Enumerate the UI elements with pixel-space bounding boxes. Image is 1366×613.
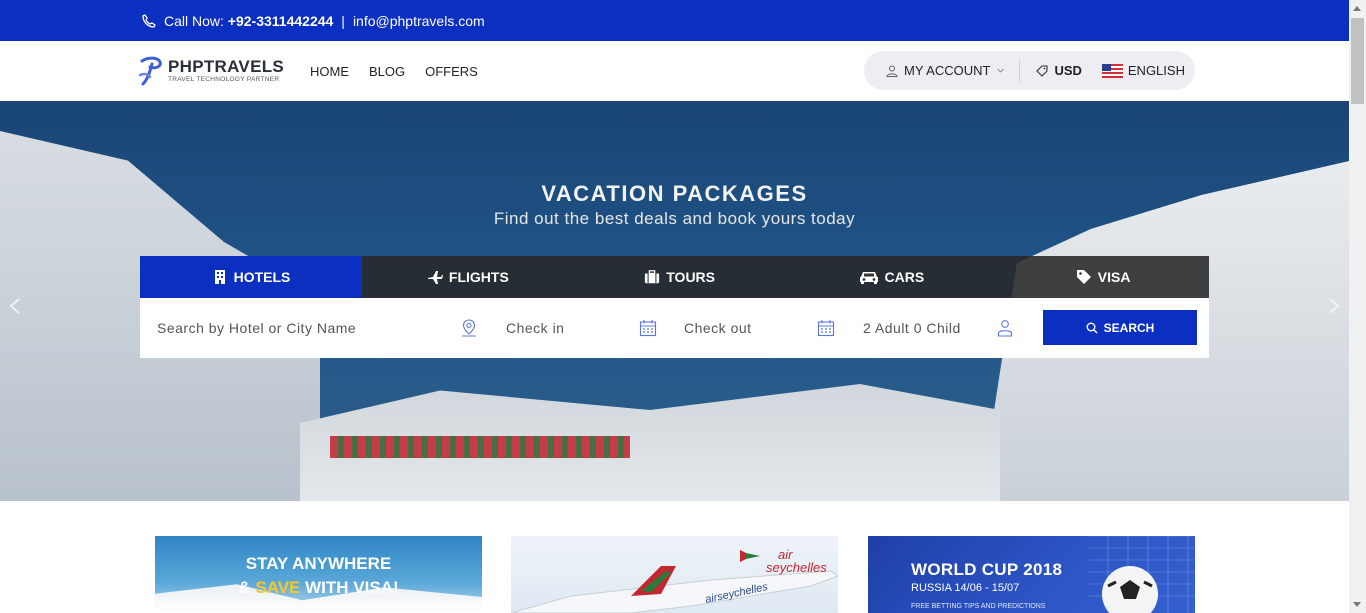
us-flag-icon <box>1101 63 1123 78</box>
scroll-thumb[interactable] <box>1351 18 1364 104</box>
hero-slider: VACATION PACKAGES Find out the best deal… <box>0 101 1349 501</box>
slider-prev-arrow[interactable] <box>8 297 22 315</box>
hero-title: VACATION PACKAGES <box>541 181 808 206</box>
nav-offers[interactable]: OFFERS <box>425 64 478 79</box>
tab-tours-label: TOURS <box>666 269 715 285</box>
logo-tagline: TRAVEL TECHNOLOGY PARTNER <box>168 76 280 84</box>
logo-name: PHPTRAVELS <box>168 57 285 77</box>
phone-number[interactable]: +92-3311442244 <box>228 13 334 29</box>
main-nav: HOME BLOG OFFERS <box>310 41 478 101</box>
tab-tours[interactable]: TOURS <box>574 256 786 298</box>
worldcup-title: WORLD CUP 2018 <box>911 560 1063 579</box>
promo-visa-save: SAVE <box>255 578 301 597</box>
guests-value: 2 Adult 0 Child <box>863 320 961 336</box>
search-button[interactable]: SEARCH <box>1043 310 1197 345</box>
checkin-field[interactable]: Check in <box>506 298 626 358</box>
hero-subtitle: Find out the best deals and book yours t… <box>493 209 856 228</box>
promo-card-worldcup[interactable]: WORLD CUP 2018 RUSSIA 14/06 - 15/07 FREE… <box>868 536 1195 613</box>
tab-cars[interactable]: CARS <box>786 256 998 298</box>
topbar-separator: | <box>341 12 345 29</box>
language-label: ENGLISH <box>1127 63 1185 78</box>
scroll-up-arrow[interactable] <box>1353 6 1361 11</box>
soccer-ball-net-icon <box>1088 536 1195 613</box>
suitcase-icon <box>645 270 660 284</box>
currency-label: USD <box>1054 63 1082 78</box>
main-header: PHPTRAVELS TRAVEL TECHNOLOGY PARTNER HOM… <box>0 41 1349 101</box>
guests-field[interactable]: 2 Adult 0 Child <box>863 298 993 358</box>
tab-cars-label: CARS <box>884 269 925 285</box>
logo-mark-icon <box>138 56 162 86</box>
slider-next-arrow[interactable] <box>1327 297 1341 315</box>
hero-flowers <box>330 436 630 458</box>
page-scrollbar[interactable] <box>1349 0 1366 613</box>
nav-home[interactable]: HOME <box>310 64 349 79</box>
promo-card-airseychelles[interactable]: airseychelles air seychelles <box>511 536 838 613</box>
calendar-icon <box>639 320 657 337</box>
tab-visa-label: VISA <box>1097 269 1131 285</box>
pill-divider <box>1019 58 1021 83</box>
tab-visa[interactable]: VISA <box>997 256 1209 298</box>
site-logo[interactable]: PHPTRAVELS TRAVEL TECHNOLOGY PARTNER <box>138 55 284 87</box>
worldcup-footer: FREE BETTING TIPS AND PREDICTIONS <box>911 603 1046 610</box>
search-button-label: SEARCH <box>1103 320 1155 335</box>
promo-visa-line1: STAY ANYWHERE <box>245 554 392 573</box>
currency-selector[interactable]: USD <box>1036 63 1082 78</box>
tab-hotels[interactable]: HOTELS <box>140 256 362 298</box>
top-contact-bar: Call Now: +92-3311442244 | info@phptrave… <box>0 0 1349 41</box>
airline-brand-b: seychelles <box>766 560 827 575</box>
destination-placeholder: Search by Hotel or City Name <box>157 320 357 336</box>
car-icon <box>859 272 878 284</box>
hotel-search-form: Search by Hotel or City Name Check in Ch… <box>140 298 1209 358</box>
checkin-placeholder: Check in <box>506 320 565 336</box>
call-label: Call Now: <box>164 12 224 29</box>
search-tabs: HOTELS FLIGHTS TOURS CARS VISA <box>140 256 1209 298</box>
search-icon <box>1086 322 1098 334</box>
hotel-icon <box>214 270 225 284</box>
airline-logo-icon <box>740 550 760 562</box>
location-pin-icon <box>462 319 476 337</box>
email-link[interactable]: info@phptravels.com <box>353 13 485 29</box>
user-icon <box>997 320 1013 337</box>
user-icon <box>886 65 898 77</box>
chevron-down-icon <box>997 68 1005 73</box>
tag-icon <box>1076 270 1091 284</box>
currency-tag-icon <box>1036 64 1048 77</box>
account-bar: MY ACCOUNT USD ENGLISH <box>864 51 1195 90</box>
tab-flights-label: FLIGHTS <box>448 269 509 285</box>
tab-hotels-label: HOTELS <box>233 269 291 285</box>
calendar-icon <box>817 320 835 337</box>
my-account-dropdown[interactable]: MY ACCOUNT <box>886 63 1005 78</box>
airline-brand: air seychelles <box>766 548 827 574</box>
destination-field[interactable]: Search by Hotel or City Name <box>157 298 447 358</box>
language-selector[interactable]: ENGLISH <box>1101 63 1185 78</box>
nav-blog[interactable]: BLOG <box>369 64 405 79</box>
promo-visa-with: WITH VISA! <box>305 578 399 597</box>
scroll-down-arrow[interactable] <box>1353 602 1361 607</box>
plane-icon <box>427 271 443 284</box>
worldcup-subtitle: RUSSIA 14/06 - 15/07 <box>911 582 1020 594</box>
my-account-label: MY ACCOUNT <box>904 63 991 78</box>
promo-card-visa[interactable]: STAY ANYWHERE & SAVE WITH VISA! <box>155 536 482 613</box>
checkout-placeholder: Check out <box>684 320 752 336</box>
tab-flights[interactable]: FLIGHTS <box>362 256 574 298</box>
phone-icon <box>142 13 156 28</box>
promo-visa-line2: & SAVE WITH VISA! <box>155 578 482 598</box>
checkout-field[interactable]: Check out <box>684 298 804 358</box>
promo-visa-amp: & <box>238 578 251 597</box>
